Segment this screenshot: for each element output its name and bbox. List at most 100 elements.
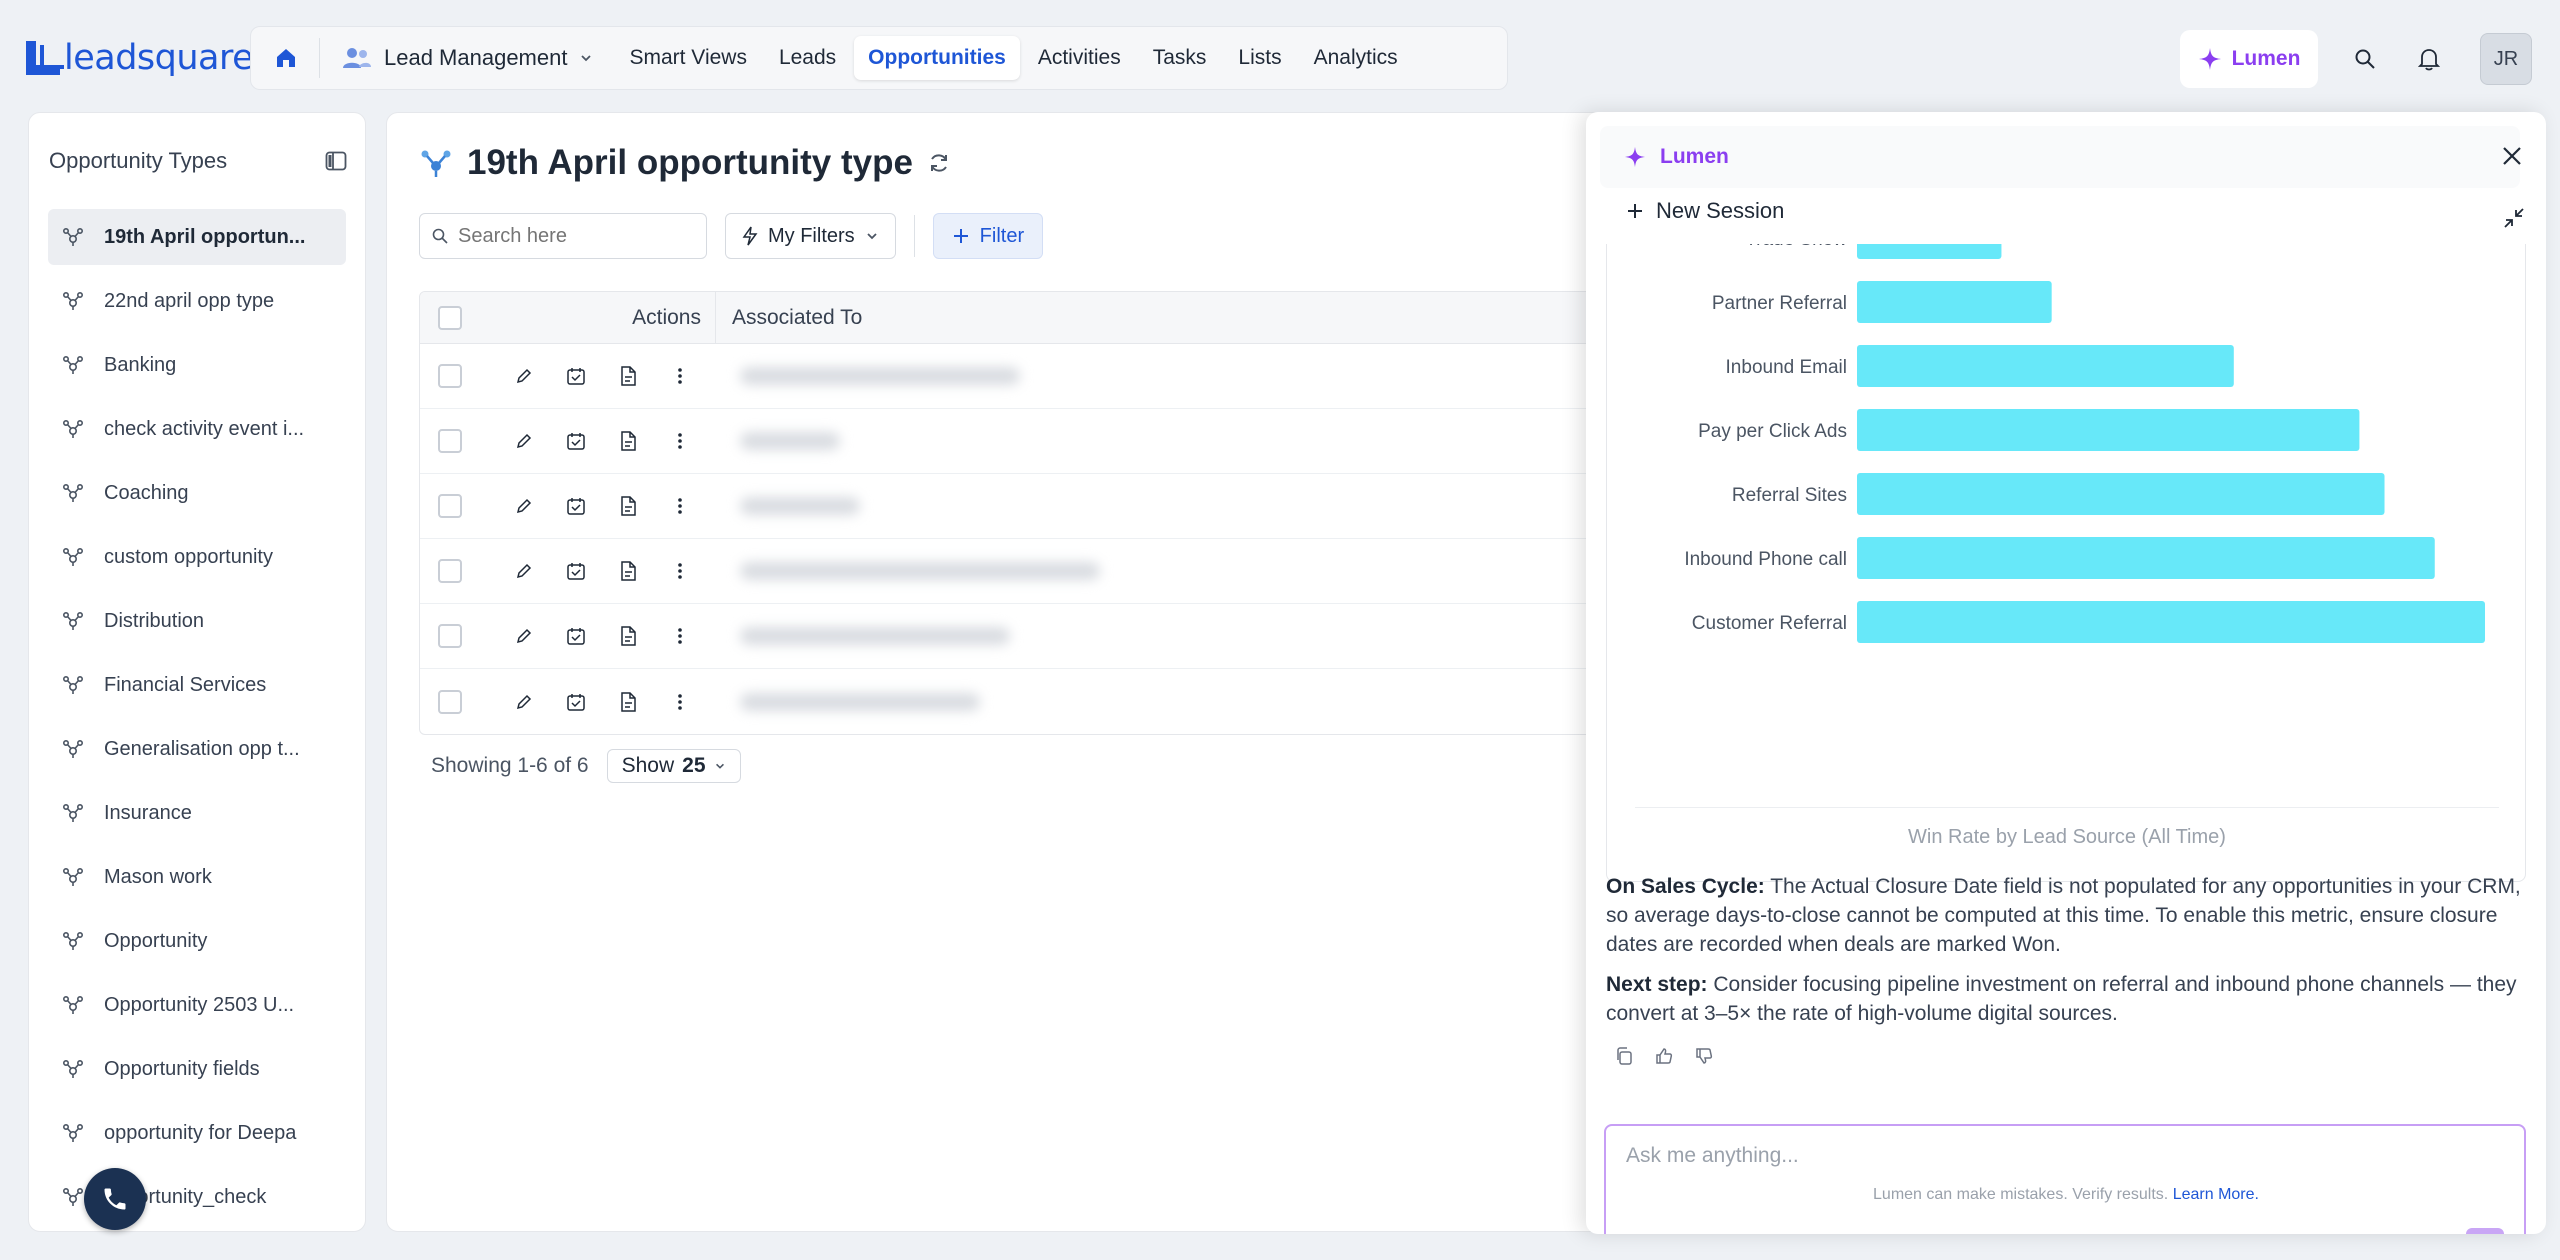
add-task-button[interactable]: [616, 429, 640, 453]
nav-activities[interactable]: Activities: [1024, 36, 1135, 80]
page-size-select[interactable]: Show 25: [606, 749, 741, 783]
select-all-checkbox[interactable]: [438, 305, 462, 330]
thumbs-down-button[interactable]: [1692, 1044, 1716, 1068]
sidebar-item[interactable]: 19th April opportun...: [48, 209, 346, 265]
phone-call-button[interactable]: [84, 1168, 146, 1230]
bar[interactable]: [1857, 473, 2385, 515]
sidebar-item[interactable]: Opportunity fields: [48, 1041, 346, 1097]
bar[interactable]: [1857, 244, 2002, 259]
sidebar-item[interactable]: check activity event i...: [48, 401, 346, 457]
chevron-down-icon: [715, 763, 724, 769]
sidebar-item[interactable]: Coaching: [48, 465, 346, 521]
minimize-lumen-button[interactable]: [2498, 202, 2530, 234]
sidebar-item[interactable]: Financial Services: [48, 657, 346, 713]
bar[interactable]: [1857, 537, 2435, 579]
edit-button[interactable]: [512, 624, 536, 648]
nav-tasks[interactable]: Tasks: [1139, 36, 1221, 80]
row-checkbox[interactable]: [438, 624, 462, 648]
more-options-button[interactable]: [668, 494, 692, 518]
thumbs-up-button[interactable]: [1652, 1044, 1676, 1068]
row-checkbox[interactable]: [438, 689, 462, 714]
row-checkbox[interactable]: [438, 429, 462, 453]
opportunity-type-icon: [62, 931, 84, 950]
home-button[interactable]: [261, 35, 311, 81]
row-select-cell: [420, 494, 480, 518]
filter-button[interactable]: Filter: [932, 213, 1044, 259]
sidebar-item[interactable]: Banking: [48, 337, 346, 393]
nav-lists[interactable]: Lists: [1224, 36, 1295, 80]
nav-divider: [319, 38, 320, 78]
nav-smart-views[interactable]: Smart Views: [615, 36, 760, 80]
sidebar-item[interactable]: Opportunity 2503 U...: [48, 977, 346, 1033]
associated-to-blurred: [740, 432, 840, 450]
search-input[interactable]: [458, 224, 688, 248]
edit-button[interactable]: [512, 429, 536, 453]
minimize-icon: [2504, 208, 2524, 228]
sidebar-item[interactable]: 22nd april opp type: [48, 273, 346, 329]
nav-opportunities[interactable]: Opportunities: [854, 36, 1020, 80]
notifications-button[interactable]: [2408, 38, 2450, 80]
document-icon: [621, 366, 636, 386]
more-options-button[interactable]: [668, 429, 692, 453]
more-options-button[interactable]: [668, 364, 692, 388]
category-label: Pay per Click Ads: [1698, 421, 1847, 442]
add-task-button[interactable]: [616, 690, 640, 714]
learn-more-link[interactable]: Learn More.: [2173, 1186, 2259, 1203]
sidebar-item[interactable]: custom opportunity: [48, 529, 346, 585]
add-activity-button[interactable]: [564, 690, 588, 714]
document-icon: [621, 496, 636, 516]
add-activity-button[interactable]: [564, 559, 588, 583]
bar[interactable]: [1857, 601, 2485, 643]
add-task-button[interactable]: [616, 559, 640, 583]
bar[interactable]: [1857, 409, 2360, 451]
add-task-button[interactable]: [616, 364, 640, 388]
opportunity-type-icon: [62, 739, 84, 758]
ask-box[interactable]: [1604, 1124, 2526, 1234]
copy-button[interactable]: [1612, 1044, 1636, 1068]
row-checkbox[interactable]: [438, 559, 462, 583]
bar[interactable]: [1857, 281, 2052, 323]
search-box[interactable]: [419, 213, 707, 259]
collapse-sidebar-icon[interactable]: [325, 151, 347, 171]
edit-button[interactable]: [512, 364, 536, 388]
sidebar-item-label: 19th April opportun...: [104, 225, 306, 248]
row-checkbox[interactable]: [438, 494, 462, 518]
nav-analytics[interactable]: Analytics: [1300, 36, 1412, 80]
sidebar-item[interactable]: Mason work: [48, 849, 346, 905]
lumen-conversation[interactable]: Trade Show Partner Referral Inbound Email P…: [1586, 244, 2546, 1100]
close-lumen-button[interactable]: [2492, 136, 2532, 176]
edit-button[interactable]: [512, 559, 536, 583]
add-activity-button[interactable]: [564, 494, 588, 518]
main-nav: Lead Management Smart Views Leads Opport…: [250, 26, 1508, 90]
user-avatar[interactable]: JR: [2480, 33, 2532, 85]
sidebar-item[interactable]: opportunity for Deepa: [48, 1105, 346, 1161]
refresh-icon[interactable]: [927, 151, 951, 175]
nav-leads[interactable]: Leads: [765, 36, 850, 80]
leadsquared-logo[interactable]: leadsquared: [26, 38, 275, 78]
sidebar-item[interactable]: Generalisation opp t...: [48, 721, 346, 777]
more-options-button[interactable]: [668, 690, 692, 714]
edit-button[interactable]: [512, 494, 536, 518]
win-rate-chart-card: Trade Show Partner Referral Inbound Email P…: [1606, 244, 2526, 882]
new-session-button[interactable]: New Session: [1626, 198, 1784, 224]
sidebar-item[interactable]: Opportunity: [48, 913, 346, 969]
add-activity-button[interactable]: [564, 364, 588, 388]
lumen-button[interactable]: Lumen: [2180, 30, 2318, 88]
row-checkbox[interactable]: [438, 364, 462, 388]
sidebar-header: Opportunity Types: [29, 113, 365, 185]
module-selector[interactable]: Lead Management: [328, 35, 607, 81]
sidebar-item[interactable]: Insurance: [48, 785, 346, 841]
sidebar-item[interactable]: Distribution: [48, 593, 346, 649]
column-associated-to[interactable]: Associated To: [716, 306, 862, 330]
bar[interactable]: [1857, 345, 2234, 387]
more-options-button[interactable]: [668, 624, 692, 648]
more-options-button[interactable]: [668, 559, 692, 583]
add-activity-button[interactable]: [564, 429, 588, 453]
edit-button[interactable]: [512, 690, 536, 714]
send-button[interactable]: [2466, 1228, 2504, 1234]
search-button[interactable]: [2344, 38, 2386, 80]
my-filters-button[interactable]: My Filters: [725, 213, 896, 259]
add-activity-button[interactable]: [564, 624, 588, 648]
add-task-button[interactable]: [616, 624, 640, 648]
add-task-button[interactable]: [616, 494, 640, 518]
